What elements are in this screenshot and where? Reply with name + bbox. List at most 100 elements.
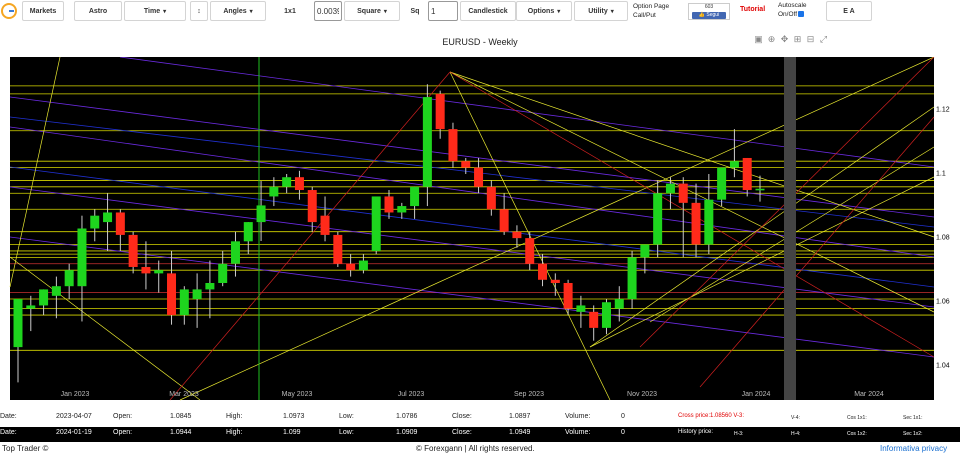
ea-button[interactable]: E A xyxy=(826,1,872,21)
price-chart[interactable]: 1.12 1.1 1.08 1.06 1.04 Jan 2023 Mar 2023 May 2… xyxy=(0,57,960,401)
cos-label: Cos 1x2: xyxy=(847,431,867,437)
zoom-out-icon[interactable]: ⊟ xyxy=(806,35,815,44)
candle-body xyxy=(525,238,535,264)
zoom-icon[interactable]: ⊕ xyxy=(767,35,776,44)
candle-body xyxy=(742,157,752,191)
candle-body xyxy=(205,282,215,290)
footer-copyright: © Forexgann | All rights reserved. xyxy=(416,444,535,453)
privacy-link[interactable]: Informativa privacy xyxy=(880,444,947,453)
x-tick-label: Jan 2024 xyxy=(742,391,771,398)
close-label: Close: xyxy=(452,413,472,420)
chevron-down-icon: ▾ xyxy=(610,8,614,15)
candle-body xyxy=(474,167,484,187)
candle-body xyxy=(486,186,496,210)
candle-body xyxy=(64,270,74,287)
x-tick-label: Mar 2023 xyxy=(169,391,199,398)
high-value: 1.0973 xyxy=(283,413,305,420)
option-page-line1: Option Page xyxy=(633,3,670,10)
candlestick-button[interactable]: Candlestick xyxy=(460,1,516,21)
low-value: 1.0909 xyxy=(396,429,418,436)
low-value: 1.0786 xyxy=(396,413,418,420)
candle-body xyxy=(704,199,714,245)
sec-label: Sec 1x1: xyxy=(903,415,923,421)
candle-body xyxy=(13,299,23,348)
candle-body xyxy=(448,129,458,162)
open-value: 1.0845 xyxy=(170,413,192,420)
time-dropdown[interactable]: Time ▾ xyxy=(124,1,186,21)
follow-button[interactable]: 👍 Segui xyxy=(692,12,726,19)
candle-body xyxy=(51,286,61,296)
candle-body xyxy=(589,311,599,328)
footer: Top Trader © © Forexgann | All rights re… xyxy=(0,444,960,454)
sec-label: Sec 1x2: xyxy=(903,431,923,437)
square-dropdown[interactable]: Square ▾ xyxy=(344,1,400,21)
autoscale-label: Autoscale xyxy=(778,2,807,9)
markets-button[interactable]: Markets xyxy=(22,1,64,21)
info-row-cursor: Date: 2023-04-07 Open: 1.0845 High: 1.09… xyxy=(0,411,960,425)
utility-label: Utility xyxy=(588,7,608,15)
candle-body xyxy=(77,228,87,287)
projection-zone xyxy=(784,57,796,400)
date-label: Date: xyxy=(0,429,17,436)
sq-input[interactable] xyxy=(428,1,458,21)
app-logo-icon xyxy=(1,3,17,19)
candle-body xyxy=(243,222,253,242)
chart-toolbar: ▣ ⊕ ✥ ⊞ ⊟ ⤢ xyxy=(754,35,828,44)
date-value: 2023-04-07 xyxy=(56,413,92,420)
candle-body xyxy=(371,196,381,251)
autoscale-checkbox[interactable] xyxy=(798,11,805,18)
options-label: Options xyxy=(527,7,555,15)
utility-dropdown[interactable]: Utility ▾ xyxy=(574,1,628,21)
x-tick-label: Mar 2024 xyxy=(854,391,884,398)
facebook-follow-widget[interactable]: 603 👍 Segui xyxy=(688,3,730,20)
open-value: 1.0944 xyxy=(170,429,192,436)
candle-body xyxy=(39,289,49,306)
options-dropdown[interactable]: Options ▾ xyxy=(516,1,572,21)
candle-body xyxy=(512,231,522,239)
y-tick-label: 1.04 xyxy=(936,363,950,370)
candle-body xyxy=(26,305,36,309)
save-icon[interactable]: ▣ xyxy=(754,35,763,44)
low-label: Low: xyxy=(339,413,354,420)
date-value: 2024-01-19 xyxy=(56,429,92,436)
angles-dropdown[interactable]: Angles ▾ xyxy=(210,1,266,21)
history-price: History price: xyxy=(678,429,714,435)
ratio-input[interactable] xyxy=(314,1,342,21)
cos-label: Cos 1x1: xyxy=(847,415,867,421)
candle-body xyxy=(358,260,368,271)
candle-body xyxy=(141,266,151,274)
chevron-down-icon: ▾ xyxy=(383,8,387,15)
close-value: 1.0949 xyxy=(509,429,531,436)
candle-body xyxy=(550,279,560,283)
volume-label: Volume: xyxy=(565,413,591,420)
arrows-button[interactable]: ↕ xyxy=(190,1,208,21)
autoscale-toggle[interactable]: Autoscale On/Off xyxy=(778,1,807,19)
candle-body xyxy=(103,212,113,223)
h4-label: H-4: xyxy=(791,431,801,437)
candle-body xyxy=(167,273,177,316)
candle-body xyxy=(320,215,330,235)
zoom-in-icon[interactable]: ⊞ xyxy=(793,35,802,44)
reset-icon[interactable]: ⤢ xyxy=(819,35,828,44)
square-label: Square xyxy=(357,7,381,15)
candle-body xyxy=(294,177,304,191)
candle-body xyxy=(435,93,445,130)
x-tick-label: Jan 2023 xyxy=(61,391,90,398)
toolbar: Markets Astro Time▾ ↕ Angles▾ 1x1 Square… xyxy=(0,0,960,24)
candle-body xyxy=(346,263,356,271)
candle-body xyxy=(729,161,739,168)
pan-icon[interactable]: ✥ xyxy=(780,35,789,44)
candle-body xyxy=(653,193,663,245)
option-page-link[interactable]: Option Page Call/Put xyxy=(633,2,669,20)
h3-label: H-3: xyxy=(734,431,744,437)
candle-body xyxy=(115,212,125,235)
candle-body xyxy=(691,202,701,245)
high-label: High: xyxy=(226,429,243,436)
astro-button[interactable]: Astro xyxy=(74,1,122,21)
x-tick-label: May 2023 xyxy=(282,391,313,398)
tutorial-link[interactable]: Tutorial xyxy=(740,6,765,13)
sq-label: Sq xyxy=(410,7,420,15)
candle-body xyxy=(384,196,394,213)
candle-body xyxy=(499,209,509,232)
candle-body xyxy=(461,161,471,168)
